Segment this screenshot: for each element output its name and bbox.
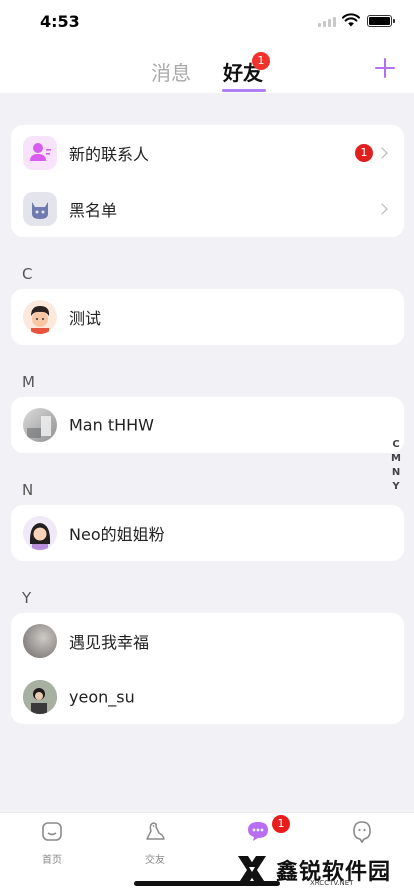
section-m-card: Man tHHW (11, 397, 404, 453)
contact-row[interactable]: Man tHHW (11, 397, 404, 453)
header: 消息 好友 1 (0, 44, 414, 93)
nav-home[interactable]: 首页 (22, 819, 82, 866)
status-time: 4:53 (40, 12, 80, 31)
wifi-icon (342, 13, 360, 27)
add-friend-icon[interactable] (375, 58, 395, 78)
nav-make-friends-label: 交友 (145, 855, 165, 866)
index-letter-c[interactable]: C (391, 438, 401, 452)
avatar (23, 516, 57, 550)
section-y-card: 遇见我幸福 yeon_su (11, 613, 404, 724)
tab-messages[interactable]: 消息 (151, 57, 191, 86)
chat-bubble-icon (248, 822, 268, 841)
profile-icon (353, 821, 371, 844)
contact-name: 测试 (69, 309, 102, 328)
top-card: 新的联系人 1 黑名单 (11, 125, 404, 237)
battery-icon (367, 15, 395, 27)
blacklist-label: 黑名单 (69, 201, 118, 220)
chat-badge: 1 (272, 815, 290, 833)
alphabet-index[interactable]: C M N Y (391, 438, 401, 494)
index-letter-y[interactable]: Y (391, 480, 401, 494)
index-letter-m[interactable]: M (391, 452, 401, 466)
friends-tab-badge: 1 (252, 52, 270, 70)
avatar (23, 408, 57, 442)
signal-icon (318, 17, 338, 27)
blacklist-row[interactable]: 黑名单 (11, 181, 404, 237)
new-contacts-label: 新的联系人 (69, 145, 150, 164)
avatar (23, 680, 57, 714)
contact-name: 遇见我幸福 (69, 633, 150, 652)
watermark-sub: XRCCTV.NET (310, 879, 354, 887)
blacklist-cat-icon (23, 192, 57, 226)
contact-row[interactable]: Neo的姐姐粉 (11, 505, 404, 561)
home-icon (42, 822, 62, 841)
new-contacts-row[interactable]: 新的联系人 1 (11, 125, 404, 181)
contact-row[interactable]: 测试 (11, 289, 404, 345)
contact-name: Neo的姐姐粉 (69, 525, 165, 544)
chevron-right-icon (376, 203, 388, 215)
nav-home-label: 首页 (42, 855, 62, 866)
section-letter-n: N (22, 481, 34, 499)
avatar (23, 300, 57, 334)
contact-row[interactable]: yeon_su (11, 669, 404, 725)
contact-row[interactable]: 遇见我幸福 (11, 613, 404, 669)
new-contact-icon (23, 136, 57, 170)
dinosaur-icon (146, 822, 165, 840)
index-letter-n[interactable]: N (391, 466, 401, 480)
section-n-card: Neo的姐姐粉 (11, 505, 404, 561)
new-contacts-badge: 1 (355, 144, 373, 162)
contact-name: Man tHHW (69, 415, 154, 435)
section-letter-m: M (22, 373, 35, 391)
section-letter-c: C (22, 265, 33, 283)
status-bar: 4:53 (0, 0, 414, 44)
active-tab-indicator (222, 89, 266, 92)
nav-make-friends[interactable]: 交友 (125, 819, 185, 866)
chevron-right-icon (376, 147, 388, 159)
section-letter-y: Y (22, 589, 32, 607)
avatar (23, 624, 57, 658)
nav-profile[interactable] (332, 819, 392, 847)
contact-name: yeon_su (69, 687, 135, 707)
section-c-card: 测试 (11, 289, 404, 345)
home-indicator (134, 881, 280, 886)
